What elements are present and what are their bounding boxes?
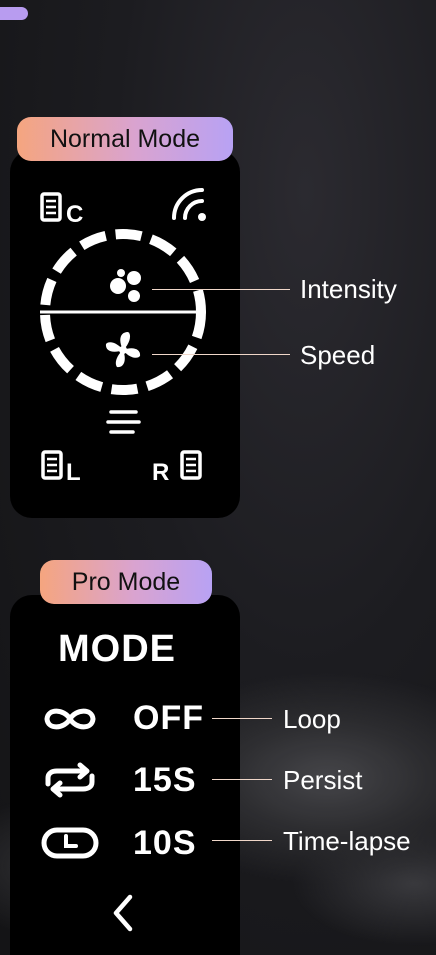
list-l-icon: [41, 450, 63, 480]
corner-letter-l: L: [66, 459, 81, 486]
persist-value: 15S: [133, 761, 197, 799]
pro-mode-heading: MODE: [58, 628, 176, 670]
intensity-label: Intensity: [300, 274, 397, 304]
corner-letter-c: C: [66, 201, 83, 228]
timelapse-label: Time-lapse: [283, 826, 411, 856]
pro-mode-title: Pro Mode: [71, 567, 181, 596]
corner-letter-r: R: [152, 459, 169, 486]
persist-label: Persist: [283, 765, 363, 795]
signal-icon: [172, 188, 206, 221]
timelapse-callout-line: [212, 840, 272, 841]
wind-icon: [106, 410, 141, 434]
top-indicator-pill: [0, 7, 28, 20]
speed-label: Speed: [300, 340, 376, 370]
persist-callout-line: [212, 779, 272, 780]
list-r-icon: [180, 450, 202, 480]
particles-icon: [110, 269, 141, 302]
normal-mode-display: C L R: [40, 188, 206, 486]
normal-mode-title: Normal Mode: [49, 124, 201, 153]
intensity-callout-line: [152, 289, 290, 290]
speed-callout-line: [152, 354, 290, 355]
timer-icon: [41, 827, 99, 859]
list-c-icon: [40, 192, 62, 222]
fan-icon: [105, 332, 141, 368]
pro-mode-pill[interactable]: Pro Mode: [40, 560, 212, 604]
chevron-left-icon[interactable]: [108, 893, 138, 933]
repeat-icon: [45, 762, 95, 798]
timelapse-value: 10S: [133, 824, 197, 862]
loop-label: Loop: [283, 704, 341, 734]
loop-callout-line: [212, 718, 272, 719]
mode-ring: [40, 229, 206, 395]
normal-mode-panel: C L R: [10, 150, 240, 518]
loop-value: OFF: [133, 699, 204, 737]
infinity-icon: [44, 708, 96, 730]
normal-mode-pill[interactable]: Normal Mode: [17, 117, 233, 161]
